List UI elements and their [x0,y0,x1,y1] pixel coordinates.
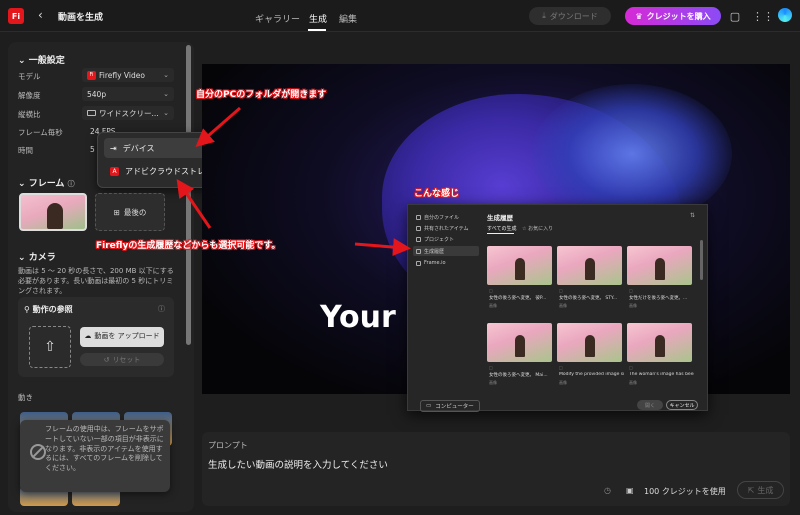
arrow-to-history [354,238,411,257]
generate-label: 生成 [757,485,774,495]
generate-icon: ⇱ [747,485,755,495]
credit-icon: ▣ [626,486,634,495]
arrow-to-adobe-cloud [176,179,212,229]
history-clock-icon[interactable]: ◷ [604,486,611,495]
generate-button[interactable]: ⇱ 生成 [737,481,784,499]
prompt-label: プロンプト [208,441,248,450]
annotation-firefly: Fireflyの生成履歴などからも選択可能です。 [96,241,281,251]
credit-usage: 100 クレジットを使用 [644,487,726,496]
prompt-input[interactable]: 生成したい動画の説明を入力してください [208,457,388,471]
annotation-folder: 自分のPCのフォルダが開きます [196,90,327,100]
annotation-like-this: こんな感じ [414,189,460,199]
arrow-to-device [195,106,241,147]
